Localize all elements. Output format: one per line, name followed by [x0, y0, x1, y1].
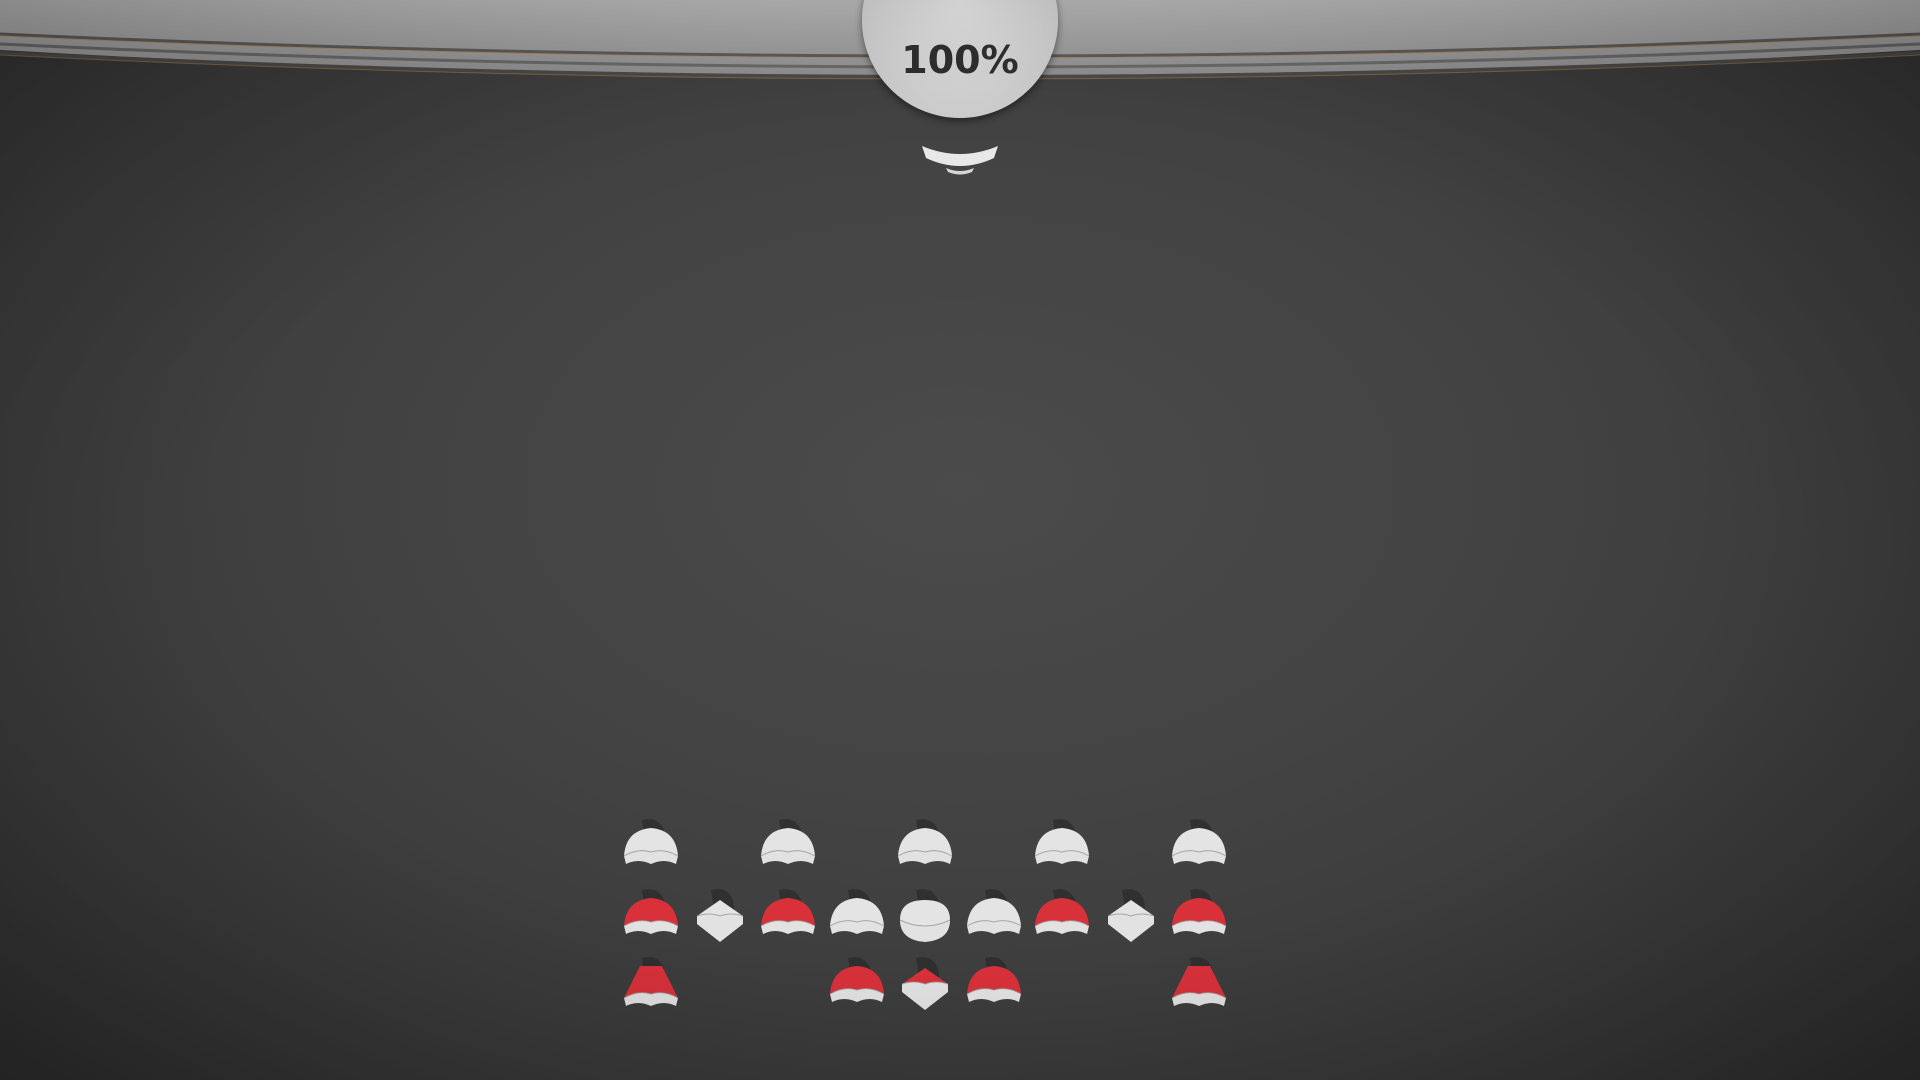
red-dome-invader-icon [760, 889, 816, 934]
white-dome-invader-icon [760, 819, 816, 864]
invader-formation [0, 0, 1920, 1080]
white-diamond-invader-icon [1107, 889, 1154, 942]
red-dome-invader-icon [1171, 889, 1227, 934]
red-dome-invader-icon [829, 957, 884, 1002]
white-dome-invader-icon [897, 819, 953, 864]
white-dome-invader-icon [966, 889, 1021, 934]
red-diamond-invader-icon [901, 957, 949, 1010]
white-dome-invader-icon [623, 819, 679, 864]
red-dome-invader-icon [623, 889, 679, 934]
white-round-invader-icon [899, 889, 951, 942]
red-spike-invader-icon [623, 957, 679, 1006]
red-dome-invader-icon [1034, 889, 1090, 934]
white-dome-invader-icon [1034, 819, 1090, 864]
white-dome-invader-icon [829, 889, 884, 934]
white-dome-invader-icon [1171, 819, 1227, 864]
red-spike-invader-icon [1171, 957, 1227, 1006]
white-diamond-invader-icon [696, 889, 743, 942]
game-stage: 100% [0, 0, 1920, 1080]
red-dome-invader-icon [966, 957, 1021, 1002]
